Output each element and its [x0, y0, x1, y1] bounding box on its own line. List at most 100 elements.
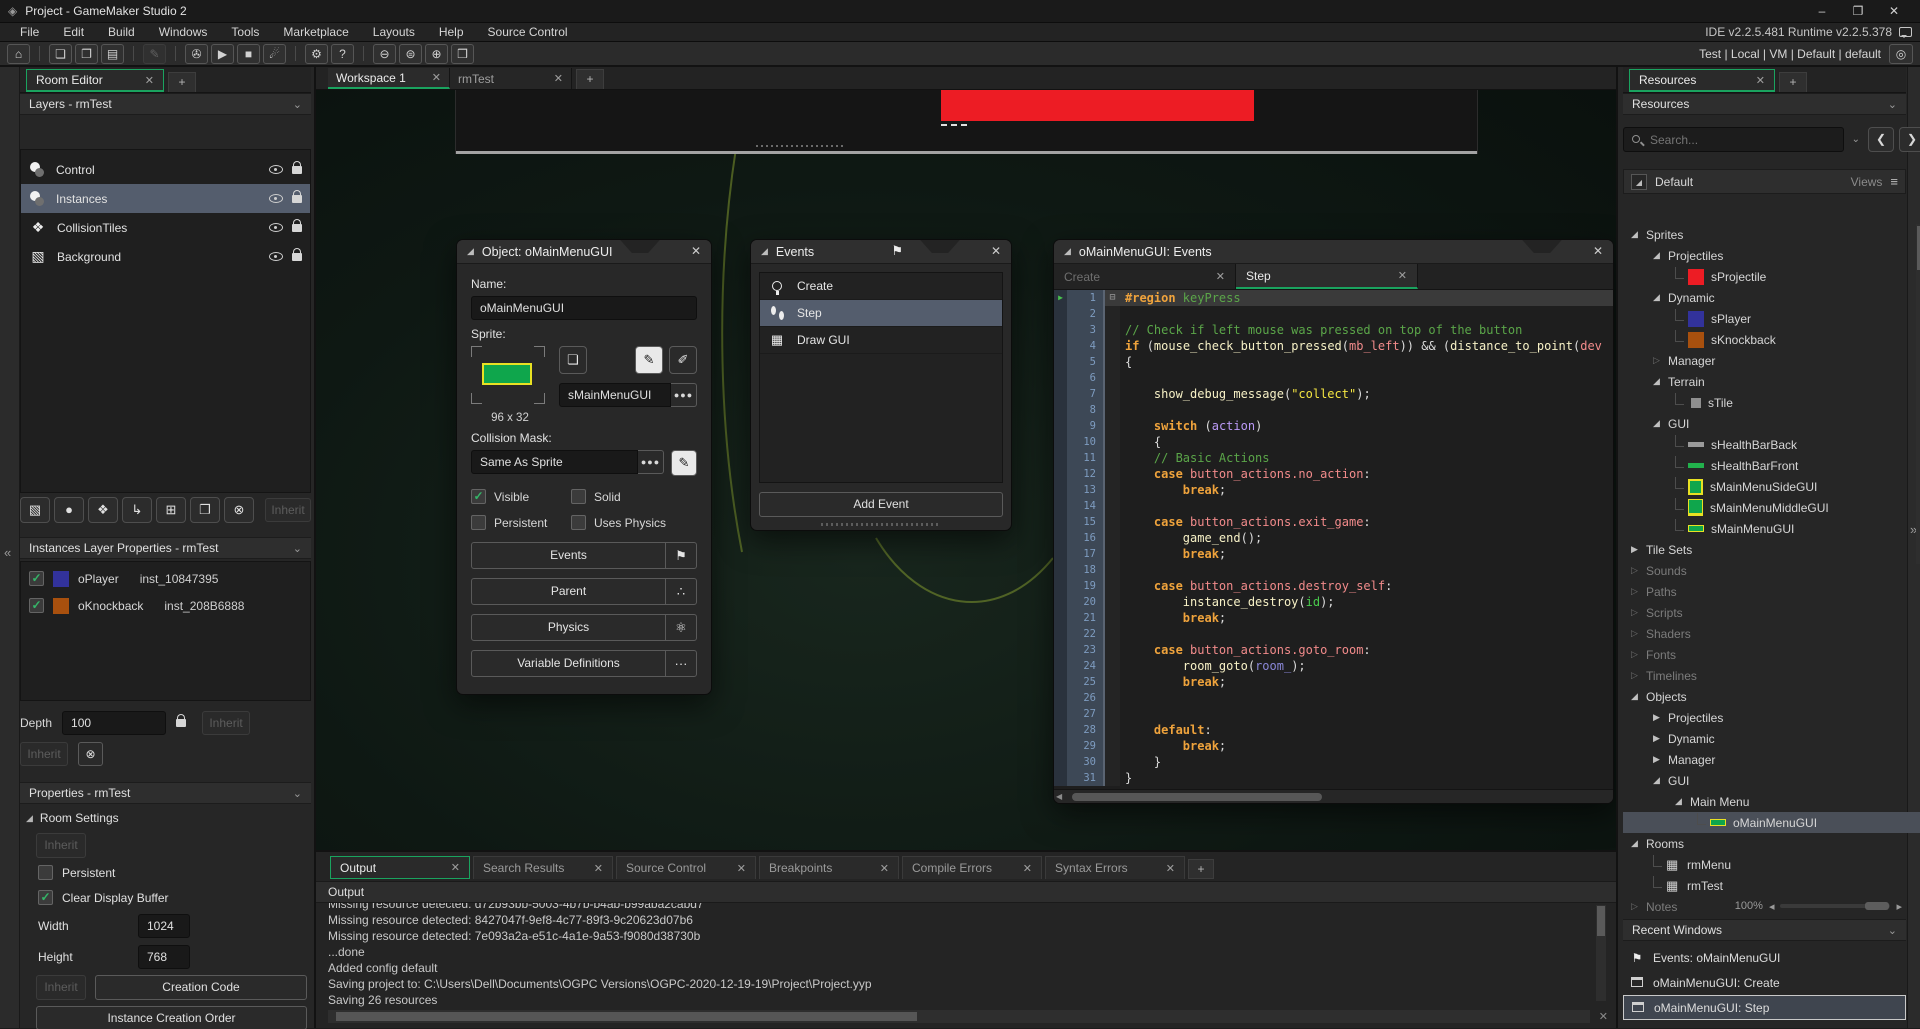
tab-close-icon[interactable]: ✕: [586, 862, 603, 875]
gutter-marker[interactable]: [1054, 482, 1067, 498]
lock-icon[interactable]: [292, 166, 302, 174]
gutter-marker[interactable]: [1054, 370, 1067, 386]
home-icon[interactable]: ⌂: [7, 44, 30, 64]
search-options-icon[interactable]: ⌄: [1849, 134, 1863, 145]
tab-close-icon[interactable]: ✕: [729, 862, 746, 875]
persistent-checkbox[interactable]: ✓: [38, 865, 53, 880]
help-icon[interactable]: ?: [331, 44, 354, 64]
resource-stile[interactable]: sTile: [1623, 392, 1920, 413]
room-inherit-button[interactable]: Inherit: [36, 833, 86, 858]
output-tab-search-results[interactable]: Search Results✕: [473, 856, 613, 879]
visibility-eye-icon[interactable]: [269, 223, 283, 232]
gutter-marker[interactable]: [1054, 322, 1067, 338]
collapsed-triangle-icon[interactable]: ▷: [1653, 355, 1668, 366]
add-tab-button[interactable]: +: [1779, 72, 1807, 92]
save-project-icon[interactable]: ▤: [101, 44, 124, 64]
sprite-name-field[interactable]: sMainMenuGUI: [559, 383, 671, 407]
resource-rooms[interactable]: ◢Rooms: [1623, 833, 1920, 854]
code-hscrollbar[interactable]: ◀: [1054, 789, 1613, 803]
resource-gui[interactable]: ◢GUI: [1623, 413, 1920, 434]
expanded-triangle-icon[interactable]: ◢: [1653, 775, 1668, 786]
search-next-button[interactable]: ❯: [1899, 127, 1920, 152]
chevron-down-icon[interactable]: ⌄: [1888, 924, 1897, 937]
visibility-eye-icon[interactable]: [269, 252, 283, 261]
resource-fonts[interactable]: ▷Fonts: [1623, 644, 1920, 665]
expanded-triangle-icon[interactable]: ◢: [1675, 796, 1690, 807]
drag-handle[interactable]: [821, 523, 941, 526]
gutter-marker[interactable]: [1054, 754, 1067, 770]
output-log[interactable]: Missing resource detected: d72b93bb-5003…: [316, 903, 1616, 1010]
collapsed-triangle-icon[interactable]: ▶: [1653, 754, 1668, 765]
instance-row[interactable]: ✓oKnockbackinst_208B6888: [21, 592, 310, 619]
gutter-marker[interactable]: [1054, 658, 1067, 674]
resources-header[interactable]: Resources ⌄: [1623, 93, 1906, 115]
tree-vscrollbar[interactable]: [1916, 224, 1920, 564]
add-event-button[interactable]: Add Event: [759, 492, 1003, 517]
event-step[interactable]: Step: [760, 300, 1002, 327]
collapsed-triangle-icon[interactable]: ▶: [1631, 544, 1646, 555]
persistent-checkbox[interactable]: ✓: [471, 515, 486, 530]
gutter-marker[interactable]: [1054, 642, 1067, 658]
menu-file[interactable]: File: [8, 25, 51, 39]
chevron-down-icon[interactable]: ⌄: [293, 542, 302, 555]
expanded-triangle-icon[interactable]: ◢: [1631, 838, 1646, 849]
close-icon[interactable]: ✕: [991, 244, 1001, 258]
expanded-triangle-icon[interactable]: ◢: [1653, 376, 1668, 387]
collapsed-triangle-icon[interactable]: ▷: [1631, 607, 1646, 618]
resource-timelines[interactable]: ▷Timelines: [1623, 665, 1920, 686]
resource-tile-sets[interactable]: ▶Tile Sets: [1623, 539, 1920, 560]
add-path-layer-icon[interactable]: ↳: [122, 497, 152, 523]
edit-mask-icon[interactable]: ✎: [671, 450, 697, 476]
room-properties-header[interactable]: Properties - rmTest ⌄: [20, 782, 311, 804]
gutter-marker[interactable]: [1054, 306, 1067, 322]
expanded-triangle-icon[interactable]: ◢: [1653, 418, 1668, 429]
width-input[interactable]: 1024: [138, 914, 190, 938]
chevron-down-icon[interactable]: ⌄: [293, 787, 302, 800]
zoom-out-icon[interactable]: ⊖: [373, 44, 396, 64]
zoom-in-arrow-icon[interactable]: ▸: [1896, 900, 1902, 913]
resource-terrain[interactable]: ◢Terrain: [1623, 371, 1920, 392]
open-project-icon[interactable]: ❐: [75, 44, 98, 64]
collapsed-triangle-icon[interactable]: ▷: [1631, 628, 1646, 639]
settings-icon[interactable]: ⚙: [305, 44, 328, 64]
add-instance-layer-icon[interactable]: ●: [54, 497, 84, 523]
height-input[interactable]: 768: [138, 945, 190, 969]
expanded-triangle-icon[interactable]: ◢: [1653, 250, 1668, 261]
menu-windows[interactable]: Windows: [147, 25, 220, 39]
recent-windows-header[interactable]: Recent Windows ⌄: [1623, 919, 1906, 941]
workspace-canvas[interactable]: ◢ Object: oMainMenuGUI ✕ Name: oMainMenu…: [316, 90, 1616, 850]
object-name-input[interactable]: oMainMenuGUI: [471, 296, 697, 320]
close-icon[interactable]: ✕: [1876, 4, 1912, 18]
restore-icon[interactable]: ❐: [1840, 4, 1876, 18]
zoom-in-icon[interactable]: ⊕: [425, 44, 448, 64]
resource-projectiles[interactable]: ▶Projectiles: [1623, 707, 1920, 728]
tab-close-icon[interactable]: ✕: [1748, 74, 1765, 87]
resource-gui[interactable]: ◢GUI: [1623, 770, 1920, 791]
gutter-marker[interactable]: [1054, 546, 1067, 562]
fold-icon[interactable]: ⊟: [1103, 290, 1120, 306]
resource-sprojectile[interactable]: sProjectile: [1623, 266, 1920, 287]
gutter-marker[interactable]: [1054, 466, 1067, 482]
depth-inherit-button[interactable]: Inherit: [202, 711, 250, 735]
layer-row-instances[interactable]: Instances: [21, 184, 310, 213]
tab-close-icon[interactable]: ✕: [443, 861, 460, 874]
output-tab-output[interactable]: Output✕: [330, 856, 470, 879]
code-editor[interactable]: ▶1⊟#region keyPress23// Check if left mo…: [1054, 290, 1613, 789]
gutter-marker[interactable]: [1054, 498, 1067, 514]
clean-icon[interactable]: ☄: [263, 44, 286, 64]
visible-checkbox[interactable]: ✓: [471, 489, 486, 504]
stop-icon[interactable]: ■: [237, 44, 260, 64]
gutter-marker[interactable]: [1054, 402, 1067, 418]
resource-smainmenumiddlegui[interactable]: sMainMenuMiddleGUI: [1623, 497, 1920, 518]
depth-input[interactable]: 100: [62, 711, 166, 735]
expanded-triangle-icon[interactable]: ◢: [1631, 691, 1646, 702]
resource-shealthbarback[interactable]: sHealthBarBack: [1623, 434, 1920, 455]
variable-definitions-button[interactable]: Variable Definitions···: [471, 650, 697, 677]
gutter-marker[interactable]: [1054, 434, 1067, 450]
resource-main-menu[interactable]: ◢Main Menu: [1623, 791, 1920, 812]
coll apse-triangle-icon[interactable]: ◢: [1064, 246, 1071, 257]
close-icon[interactable]: ✕: [1593, 244, 1603, 258]
tab-close-icon[interactable]: ✕: [137, 74, 154, 87]
output-tab-syntax-errors[interactable]: Syntax Errors✕: [1045, 856, 1185, 879]
add-tab-button[interactable]: +: [168, 72, 196, 92]
